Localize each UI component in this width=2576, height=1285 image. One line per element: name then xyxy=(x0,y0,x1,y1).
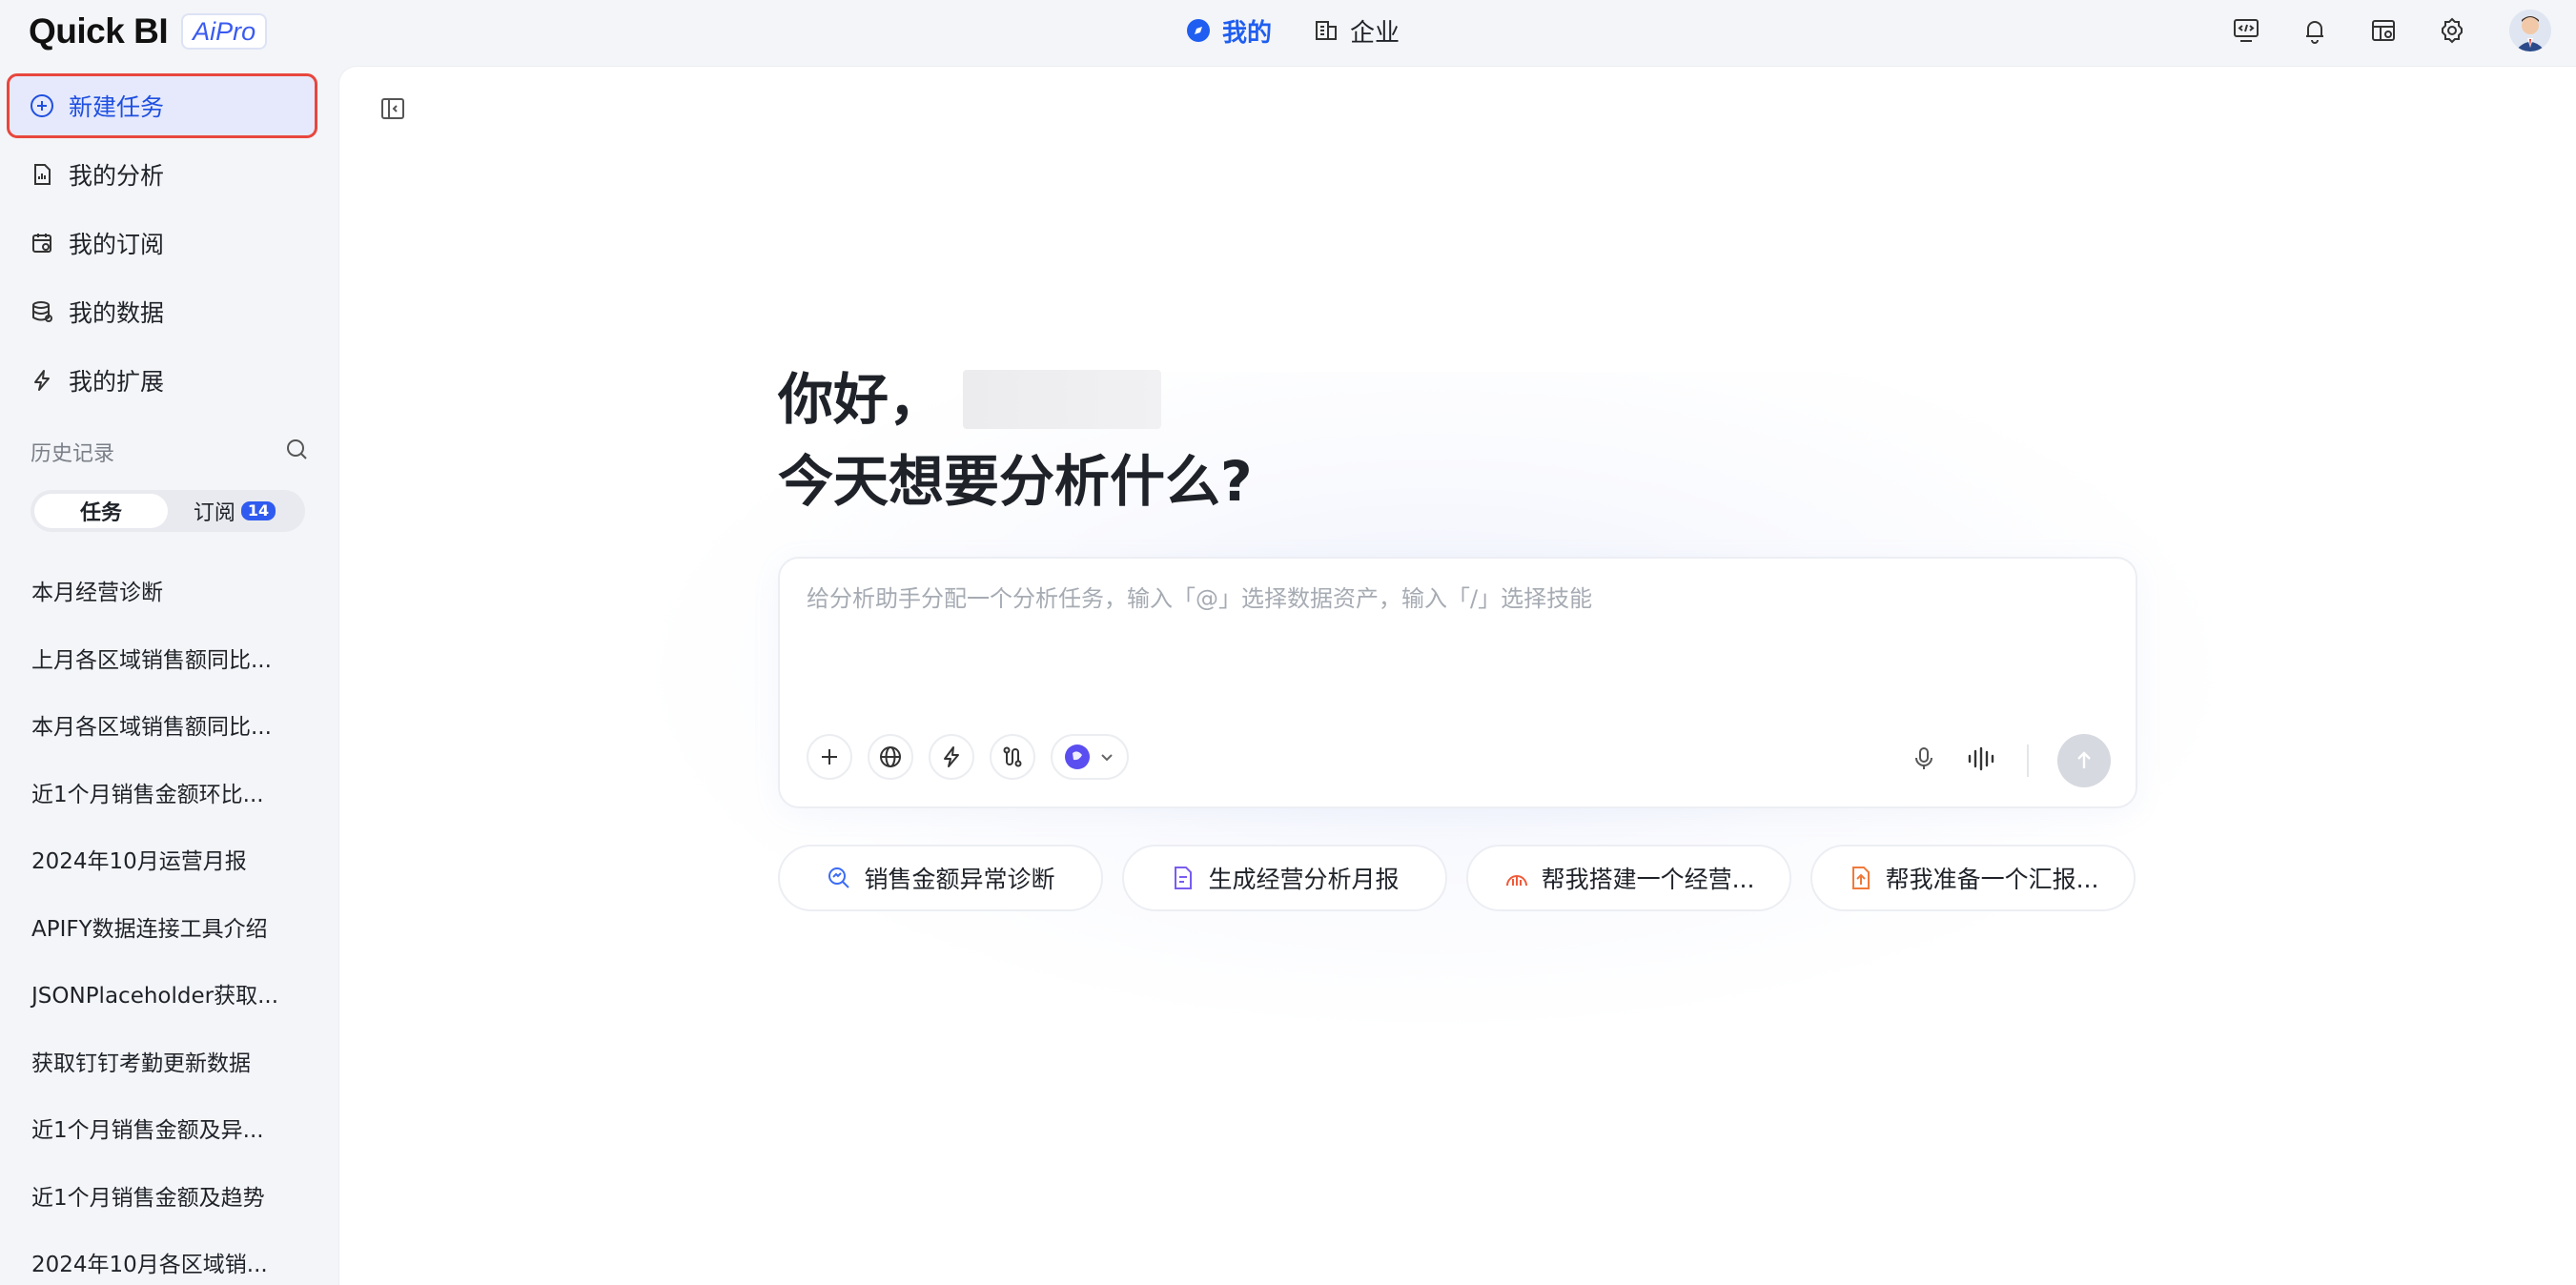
dashboard-icon[interactable] xyxy=(2366,13,2401,48)
history-item[interactable]: 本月各区域销售额同比... xyxy=(0,691,339,759)
history-item[interactable]: 近1个月销售金额环比... xyxy=(0,759,339,826)
composer-tools xyxy=(807,734,1129,780)
document-chart-icon xyxy=(29,161,55,188)
segment-tasks[interactable]: 任务 xyxy=(34,494,168,528)
voice-wave-icon[interactable] xyxy=(1966,745,1998,776)
plus-circle-icon xyxy=(29,92,55,119)
top-icons xyxy=(2229,8,2551,53)
model-selector[interactable] xyxy=(1051,734,1129,780)
history-segment-control: 任务 订阅 14 xyxy=(31,490,305,532)
search-icon[interactable] xyxy=(284,437,309,467)
suggestion-chip[interactable]: 生成经营分析月报 xyxy=(1122,845,1447,911)
task-input[interactable] xyxy=(807,580,2103,618)
globe-icon xyxy=(880,746,901,767)
sidebar-item-my-data[interactable]: 我的数据 xyxy=(10,282,315,341)
history-label: 历史记录 xyxy=(31,442,115,466)
history-item[interactable]: APIFY数据连接工具介绍 xyxy=(0,893,339,961)
logo[interactable]: Quick BI AiPro xyxy=(29,10,268,53)
segment-subscriptions[interactable]: 订阅 14 xyxy=(168,494,301,528)
top-bar: Quick BI AiPro 我的 企业 xyxy=(0,0,2576,61)
model-icon xyxy=(1065,744,1090,769)
collapse-sidebar-icon[interactable] xyxy=(376,92,410,126)
send-button[interactable] xyxy=(2057,734,2111,787)
tab-enterprise-label: 企业 xyxy=(1350,18,1400,48)
gear-icon[interactable] xyxy=(2435,13,2469,48)
history-header: 历史记录 xyxy=(31,437,309,467)
database-icon xyxy=(29,298,55,325)
logo-badge: AiPro xyxy=(181,13,268,50)
sidebar: 新建任务 我的分析 我的订阅 我的数据 我的扩展 历史记录 任务 订阅 14 本… xyxy=(0,61,339,1285)
history-item[interactable]: 近1个月销售金额及异... xyxy=(0,1094,339,1162)
diagnose-icon xyxy=(828,867,850,888)
code-monitor-icon[interactable] xyxy=(2229,13,2263,48)
web-search-button[interactable] xyxy=(868,734,913,780)
bell-icon[interactable] xyxy=(2298,13,2332,48)
plus-icon xyxy=(822,749,837,765)
history-item[interactable]: JSONPlaceholder获取... xyxy=(0,960,339,1028)
workflow-button[interactable] xyxy=(990,734,1035,780)
chevron-down-icon xyxy=(1101,754,1113,762)
count-badge: 14 xyxy=(240,501,276,520)
history-item[interactable]: 近1个月销售金额及趋势 xyxy=(0,1162,339,1230)
sidebar-item-my-extensions[interactable]: 我的扩展 xyxy=(10,351,315,410)
history-item[interactable]: 2024年10月运营月报 xyxy=(0,826,339,893)
sidebar-item-label: 我的订阅 xyxy=(69,231,165,258)
report-icon xyxy=(1175,867,1193,889)
building-icon xyxy=(1314,18,1339,43)
main-panel: 你好， 今天想要分析什么? 给分析助手分配一个分析任务，输入「@」选择数据资产，… xyxy=(339,67,2576,1285)
microphone-icon[interactable] xyxy=(1911,745,1937,776)
greeting-question: 今天想要分析什么? xyxy=(778,449,1253,514)
sidebar-item-label: 我的扩展 xyxy=(69,368,165,396)
composer-right-tools xyxy=(1911,734,2111,787)
arrow-up-icon xyxy=(2077,751,2091,768)
sidebar-item-label: 新建任务 xyxy=(69,93,165,121)
tab-mine-label: 我的 xyxy=(1222,18,1273,48)
history-item[interactable]: 2024年10月各区域销... xyxy=(0,1229,339,1285)
lightning-icon xyxy=(944,746,959,767)
skills-button[interactable] xyxy=(929,734,974,780)
greeting: 你好， 今天想要分析什么? xyxy=(778,358,1253,522)
task-composer xyxy=(778,557,2137,808)
suggestion-chip[interactable]: 帮我搭建一个经营... xyxy=(1466,845,1791,911)
add-attachment-button[interactable] xyxy=(807,734,852,780)
suggestion-chips: 销售金额异常诊断 生成经营分析月报 帮我搭建一个经营... 帮我准备一个汇报..… xyxy=(778,845,2137,911)
top-tabs: 我的 企业 xyxy=(1186,10,1400,51)
history-item[interactable]: 上月各区域销售额同比... xyxy=(0,624,339,692)
sidebar-item-new-task[interactable]: 新建任务 xyxy=(7,73,317,138)
sidebar-item-label: 我的分析 xyxy=(69,162,165,190)
history-list: 本月经营诊断 上月各区域销售额同比... 本月各区域销售额同比... 近1个月销… xyxy=(0,557,339,1285)
logo-text: Quick BI xyxy=(29,11,169,51)
divider xyxy=(2027,744,2029,777)
lightning-icon xyxy=(29,367,55,394)
calendar-icon xyxy=(29,230,55,256)
suggestion-chip[interactable]: 帮我准备一个汇报... xyxy=(1810,845,2136,911)
upload-doc-icon xyxy=(1851,867,1870,889)
greeting-hello: 你好， xyxy=(778,367,945,432)
sidebar-item-label: 我的数据 xyxy=(69,299,165,327)
tab-mine[interactable]: 我的 xyxy=(1186,13,1272,49)
compass-icon xyxy=(1186,18,1211,43)
sidebar-item-my-analysis[interactable]: 我的分析 xyxy=(10,145,315,204)
username-redacted xyxy=(963,370,1162,429)
history-item[interactable]: 获取钉钉考勤更新数据 xyxy=(0,1028,339,1095)
suggestion-chip[interactable]: 销售金额异常诊断 xyxy=(778,845,1103,911)
avatar[interactable] xyxy=(2509,10,2551,51)
workflow-icon xyxy=(1003,746,1022,767)
tab-enterprise[interactable]: 企业 xyxy=(1314,13,1400,49)
sidebar-item-my-subscriptions[interactable]: 我的订阅 xyxy=(10,214,315,273)
build-icon xyxy=(1505,875,1527,887)
history-item[interactable]: 本月经营诊断 xyxy=(0,557,339,624)
